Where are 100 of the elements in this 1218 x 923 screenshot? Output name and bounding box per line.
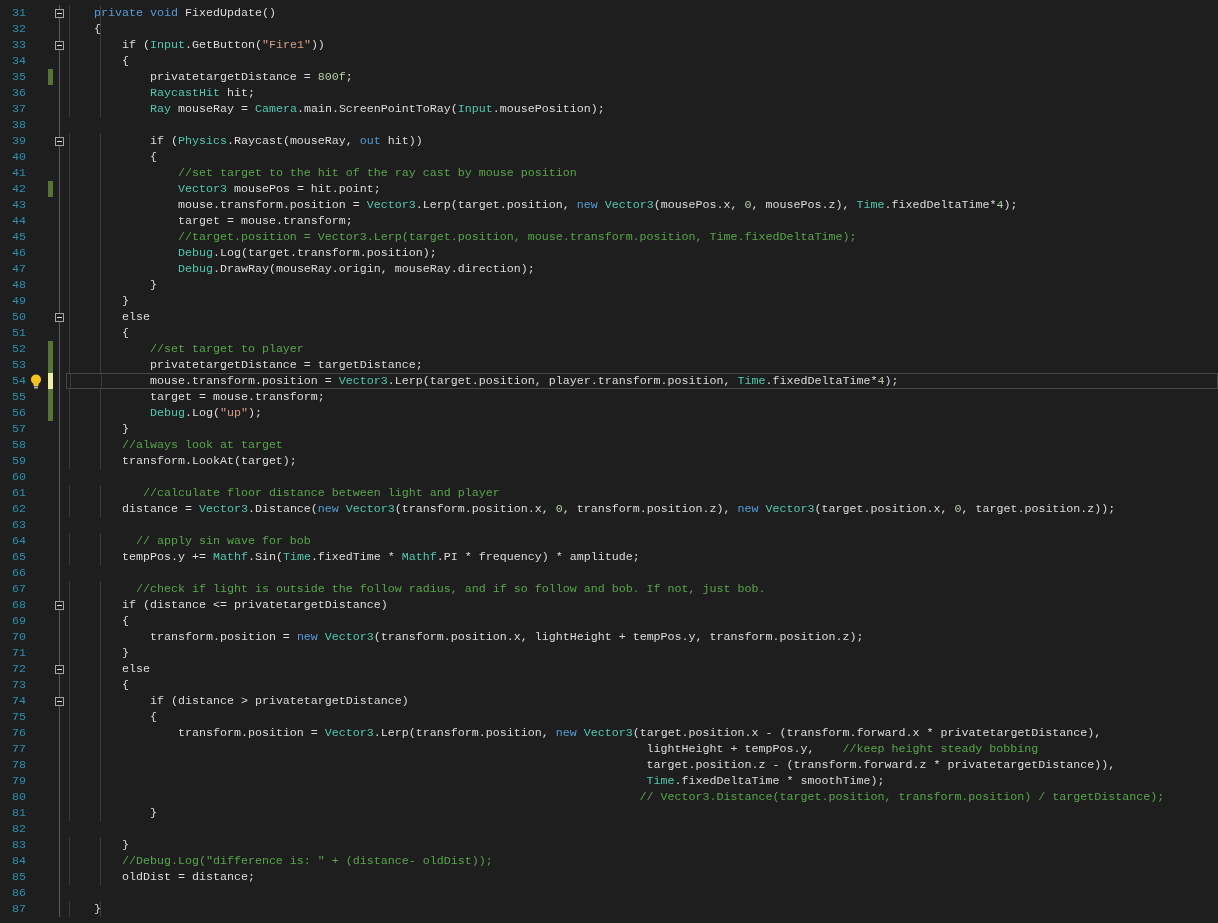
- code-text: if (: [149, 134, 178, 148]
- comment: // Vector3.Distance(target.position, transform.position) / targetDistance);: [639, 790, 1165, 804]
- line-number: 33: [11, 37, 26, 53]
- type-name: Vector3: [324, 630, 374, 644]
- line-number: 71: [11, 645, 26, 661]
- line-number: 83: [11, 837, 26, 853]
- type-name: Vector3: [198, 502, 248, 516]
- code-text: {: [122, 678, 129, 692]
- comment: //Debug.Log("difference is: " + (distance- oldDist));: [122, 854, 493, 868]
- code-text: if (: [122, 38, 150, 52]
- line-number: 59: [11, 453, 26, 469]
- type-name: Vector3: [583, 726, 633, 740]
- number-literal: 800f: [317, 70, 346, 84]
- code-text: }: [122, 838, 129, 852]
- code-text: , target.position.z));: [961, 502, 1116, 516]
- line-number: 44: [11, 213, 26, 229]
- code-text: .Distance(: [247, 502, 318, 516]
- code-text: );: [247, 406, 262, 420]
- code-text: )): [310, 38, 325, 52]
- code-text: (target.position.x,: [814, 502, 949, 516]
- line-number: 58: [11, 437, 26, 453]
- code-text: (transform.position.x, lightHeight + tempPos.y, transform.position.z);: [373, 630, 864, 644]
- line-number: 86: [11, 885, 26, 901]
- code-text: hit)): [387, 134, 423, 148]
- collapse-toggle[interactable]: [55, 664, 64, 674]
- number-literal: 0: [744, 198, 752, 212]
- line-number: 70: [11, 629, 26, 645]
- code-text: transform.LookAt(target);: [122, 454, 297, 468]
- collapse-toggle[interactable]: [55, 600, 64, 610]
- code-text: {: [122, 54, 129, 68]
- type-name: Debug: [177, 262, 213, 276]
- code-text: .Log(: [184, 406, 220, 420]
- string-literal: "Fire1": [261, 38, 311, 52]
- code-text: .Sin(: [247, 550, 283, 564]
- number-literal: 0: [555, 502, 563, 516]
- line-number: 81: [11, 805, 26, 821]
- code-text: privatetargetDistance = targetDistance;: [149, 358, 423, 372]
- code-text: }: [122, 294, 129, 308]
- number-literal: 4: [996, 198, 1004, 212]
- line-number: 68: [11, 597, 26, 613]
- line-number: 79: [11, 773, 26, 789]
- type-name: Time: [737, 374, 766, 388]
- type-name: Ray: [149, 102, 171, 116]
- string-literal: "up": [219, 406, 248, 420]
- collapse-toggle[interactable]: [55, 696, 64, 706]
- comment: //set target to player: [149, 342, 304, 356]
- comment: //set target to the hit of the ray cast by mouse position: [177, 166, 577, 180]
- collapse-toggle[interactable]: [55, 40, 64, 50]
- type-name: Vector3: [604, 198, 654, 212]
- line-number: 38: [11, 117, 26, 133]
- line-number: 72: [11, 661, 26, 677]
- code-text: .Lerp(target.position, player.transform.position,: [387, 374, 732, 388]
- collapse-toggle[interactable]: [55, 312, 64, 322]
- line-number: 67: [11, 581, 26, 597]
- line-number: 52: [11, 341, 26, 357]
- code-text: }: [122, 646, 129, 660]
- code-text: .fixedDeltaTime*: [765, 374, 878, 388]
- code-text: .PI * frequency) * amplitude;: [436, 550, 640, 564]
- line-number: 35: [11, 69, 26, 85]
- code-text: mouseRay =: [177, 102, 249, 116]
- keyword: out: [359, 134, 381, 148]
- code-text: {: [94, 22, 101, 36]
- line-number: 57: [11, 421, 26, 437]
- type-name: Vector3: [345, 502, 395, 516]
- line-number: 62: [11, 501, 26, 517]
- line-number: 80: [11, 789, 26, 805]
- code-text: (mousePos.x,: [653, 198, 739, 212]
- code-text: target = mouse.transform;: [149, 390, 325, 404]
- code-text: ;: [345, 70, 353, 84]
- type-name: Vector3: [366, 198, 416, 212]
- line-number: 63: [11, 517, 26, 533]
- code-text: , transform.position.z),: [562, 502, 732, 516]
- type-name: Input: [457, 102, 493, 116]
- line-number: 56: [11, 405, 26, 421]
- collapse-toggle[interactable]: [55, 136, 64, 146]
- type-name: Vector3: [765, 502, 815, 516]
- keyword: new: [317, 502, 340, 516]
- comment: // apply sin wave for bob: [136, 534, 311, 548]
- line-number: 82: [11, 821, 26, 837]
- lightbulb-icon[interactable]: [30, 373, 42, 389]
- code-text: .Raycast(mouseRay,: [226, 134, 354, 148]
- line-number: 41: [11, 165, 26, 181]
- code-text: mousePos = hit.point;: [233, 182, 381, 196]
- code-text: }: [94, 902, 101, 916]
- code-text: .GetButton(: [184, 38, 262, 52]
- line-number: 78: [11, 757, 26, 773]
- line-number: 66: [11, 565, 26, 581]
- line-number: 75: [11, 709, 26, 725]
- code-text: target = mouse.transform;: [177, 214, 353, 228]
- line-number: 49: [11, 293, 26, 309]
- line-number: 50: [11, 309, 26, 325]
- code-text: privatetargetDistance =: [149, 70, 312, 84]
- code-text: FixedUpdate(): [184, 6, 276, 20]
- line-number: 47: [11, 261, 26, 277]
- collapse-toggle[interactable]: [55, 8, 64, 18]
- line-number: 31: [11, 5, 26, 21]
- keyword: new: [576, 198, 599, 212]
- code-text: else: [122, 310, 150, 324]
- code-text: .Log(target.transform.position);: [212, 246, 437, 260]
- code-text: .Lerp(target.position,: [415, 198, 571, 212]
